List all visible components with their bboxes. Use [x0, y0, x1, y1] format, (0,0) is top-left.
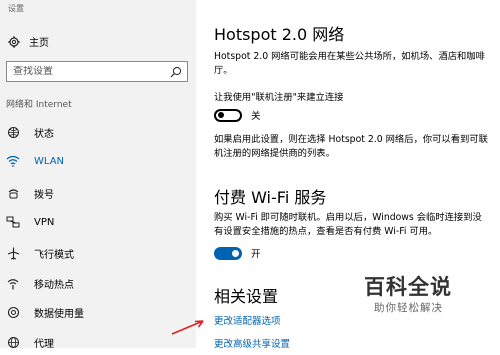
wifi-icon — [6, 154, 20, 168]
sidebar: 设置 主页 网络和 Internet 状态 WLAN — [0, 0, 196, 350]
paid-wifi-heading: 付费 Wi-Fi 服务 — [214, 188, 327, 207]
sidebar-item-data-usage[interactable]: 数据使用量 — [0, 299, 196, 325]
watermark-logo: 百科全说 — [364, 275, 452, 299]
change-adapter-options-link[interactable]: 更改适配器选项 — [214, 313, 281, 327]
sidebar-item-dialup[interactable]: 拨号 — [0, 180, 196, 206]
section-heading: 网络和 Internet — [6, 100, 72, 110]
status-globe-icon — [6, 125, 20, 139]
gear-icon — [8, 35, 20, 48]
sidebar-item-label: 拨号 — [34, 189, 54, 201]
sidebar-item-proxy[interactable]: 代理 — [0, 329, 196, 355]
sidebar-item-status[interactable]: 状态 — [0, 119, 196, 145]
sidebar-item-wlan[interactable]: WLAN — [0, 148, 196, 174]
online-signup-label: 让我使用"联机注册"来建立连接 — [214, 92, 344, 103]
sidebar-item-label: 代理 — [34, 338, 54, 350]
vpn-icon — [6, 215, 20, 229]
toggle-state-label: 关 — [251, 111, 261, 122]
watermark-slogan: 助你轻松解决 — [374, 302, 443, 314]
paid-wifi-description: 购买 Wi-Fi 即可随时联机。启用以后，Windows 会临时连接到没有设置安… — [214, 212, 482, 237]
sidebar-item-label: VPN — [34, 216, 55, 228]
home-nav-item[interactable]: 主页 — [8, 34, 49, 49]
paid-wifi-toggle[interactable] — [214, 246, 242, 260]
search-icon[interactable] — [170, 66, 182, 78]
annotation-arrow-icon — [171, 320, 204, 335]
sidebar-item-hotspot[interactable]: 移动热点 — [0, 270, 196, 296]
sidebar-item-label: WLAN — [34, 155, 65, 167]
sidebar-item-label: 飞行模式 — [34, 249, 74, 261]
hotspot-heading: Hotspot 2.0 网络 — [214, 25, 345, 44]
sidebar-item-vpn[interactable]: VPN — [0, 209, 196, 235]
home-label: 主页 — [29, 38, 49, 49]
toggle-state-label: 开 — [251, 249, 261, 260]
search-input[interactable] — [13, 66, 163, 77]
online-signup-toggle-row: 关 — [214, 108, 261, 122]
settings-content: Hotspot 2.0 网络 Hotspot 2.0 网络可能会用在某些公共场所… — [196, 0, 500, 350]
window-title: 设置 — [8, 4, 24, 13]
online-signup-toggle[interactable] — [214, 108, 242, 122]
hotspot-icon — [6, 276, 20, 290]
paid-wifi-toggle-row: 开 — [214, 246, 261, 260]
related-settings-heading: 相关设置 — [214, 287, 279, 306]
airplane-icon — [6, 246, 20, 260]
hotspot-note: 如果启用此设置，则在选择 Hotspot 2.0 网络后，你可以看到可联机注册的… — [214, 134, 488, 159]
sidebar-item-label: 数据使用量 — [34, 308, 84, 320]
hotspot-description: Hotspot 2.0 网络可能会用在某些公共场所，如机场、酒店和咖啡厅。 — [214, 51, 485, 76]
sidebar-item-label: 移动热点 — [34, 279, 74, 291]
sidebar-item-airplane[interactable]: 飞行模式 — [0, 240, 196, 266]
search-box[interactable] — [6, 61, 188, 82]
globe-icon — [6, 335, 20, 349]
dialup-icon — [6, 186, 20, 200]
data-usage-icon — [6, 305, 20, 319]
sidebar-item-label: 状态 — [34, 128, 54, 140]
